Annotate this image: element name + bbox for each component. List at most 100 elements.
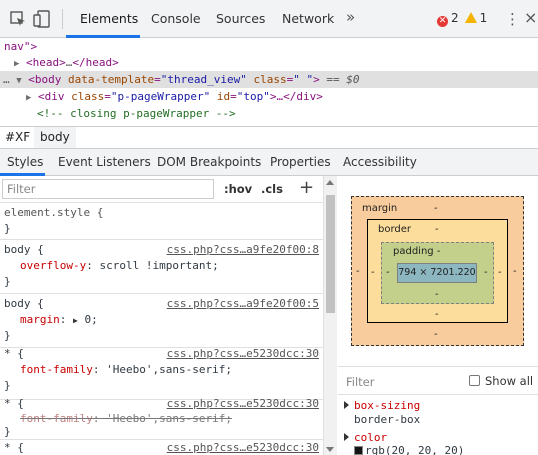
padding-label: padding - — [393, 246, 441, 257]
padding-bottom-value[interactable]: - — [435, 289, 439, 300]
rule-selector[interactable]: body { — [4, 242, 44, 258]
rule-close: } — [4, 275, 11, 288]
rule-close: } — [4, 329, 11, 342]
margin-top-value[interactable]: - — [434, 203, 438, 214]
dom-node-body-selected[interactable]: … ▼ <body data-template="thread_view" cl… — [0, 71, 538, 88]
toolbar-separator — [62, 9, 63, 29]
tab-console[interactable]: Console — [151, 0, 201, 38]
scroll-down-arrow-icon[interactable] — [326, 447, 334, 452]
inspect-element-icon[interactable] — [9, 10, 27, 28]
computed-prop-name[interactable]: box-sizing — [344, 399, 420, 412]
tab-styles[interactable]: Styles — [7, 149, 43, 176]
hover-state-toggle[interactable]: :hov — [224, 182, 252, 196]
rule-selector[interactable]: body { — [4, 296, 44, 312]
border-label: border — [378, 224, 412, 235]
error-icon: ✕ — [437, 16, 448, 27]
devtools-toolbar: Elements Console Sources Network » ✕ 2 1 ⋮… — [0, 0, 538, 38]
rule-selector[interactable]: * { — [4, 440, 24, 455]
rule-close: } — [4, 222, 11, 235]
margin-label: margin — [362, 203, 398, 214]
elements-subtabs: Styles Event Listeners DOM Breakpoints P… — [0, 149, 538, 176]
border-left-value[interactable]: - — [371, 267, 375, 278]
rule-selector[interactable]: * { — [4, 346, 24, 362]
more-tabs-chevron-icon[interactable]: » — [346, 8, 355, 26]
box-model-margin[interactable]: margin - - - - border - - - - padding - … — [351, 196, 524, 346]
rule-source-link[interactable]: css.php?css…e5230dcc:30 — [167, 396, 319, 412]
style-rule: * { css.php?css…e5230dcc:30 font-family:… — [0, 346, 323, 400]
style-rule: body { css.php?css…a9fe20f00:8 overflow-… — [0, 240, 323, 294]
dom-node-page-wrapper[interactable]: ▶ <div class="p-pageWrapper" id="top">…<… — [26, 88, 323, 105]
dom-node-comment[interactable]: <!-- closing p-pageWrapper --> — [37, 105, 236, 122]
expand-triangle-icon — [344, 433, 349, 441]
rule-declaration[interactable]: margin: ▶ 0; — [20, 312, 98, 328]
tab-event-listeners[interactable]: Event Listeners — [58, 149, 151, 176]
padding-left-value[interactable]: - — [386, 267, 390, 278]
warning-count: 1 — [479, 11, 488, 25]
style-rule: body { css.php?css…a9fe20f00:5 margin: ▶… — [0, 294, 323, 348]
expand-caret-icon[interactable]: ▶ — [26, 93, 31, 103]
margin-left-value[interactable]: - — [356, 266, 360, 277]
rule-selector[interactable]: * { — [4, 396, 24, 412]
tab-elements[interactable]: Elements — [80, 0, 138, 38]
close-icon[interactable]: × — [524, 8, 537, 27]
color-swatch-icon — [354, 446, 363, 455]
style-rule-overridden: * { css.php?css…e5230dcc:30 font-family:… — [0, 397, 323, 440]
tab-dom-breakpoints[interactable]: DOM Breakpoints — [157, 149, 261, 176]
rule-selector[interactable]: element.style { — [4, 205, 103, 221]
tab-network[interactable]: Network — [282, 0, 334, 38]
style-rule: element.style { } — [0, 203, 323, 240]
computed-prop-name[interactable]: color — [344, 431, 387, 444]
computed-prop-value: border-box — [354, 413, 421, 426]
box-model-content[interactable]: 794 × 7201.220 — [397, 263, 477, 283]
padding-right-value[interactable]: - — [484, 267, 488, 278]
margin-bottom-value[interactable]: - — [434, 329, 438, 340]
rule-declaration-overridden[interactable]: font-family: 'Heebo',sans-serif; — [20, 411, 232, 427]
scroll-up-arrow-icon[interactable] — [326, 180, 334, 185]
device-toolbar-icon[interactable] — [33, 10, 51, 28]
expand-triangle-icon — [344, 401, 349, 409]
breadcrumb: #XF body — [0, 126, 538, 149]
box-model-border[interactable]: border - - - - padding - - - - 794 × 720… — [367, 219, 508, 323]
show-all-checkbox[interactable] — [469, 375, 480, 386]
tab-accessibility[interactable]: Accessibility — [343, 149, 417, 176]
border-right-value[interactable]: - — [498, 267, 502, 278]
show-all-label[interactable]: Show all — [485, 374, 533, 388]
rule-declaration[interactable]: font-family: 'Heebo',sans-serif; — [20, 362, 232, 378]
margin-right-value[interactable]: - — [513, 266, 517, 277]
tab-sources[interactable]: Sources — [216, 0, 265, 38]
rule-close: } — [4, 379, 11, 392]
rule-close: } — [4, 425, 11, 438]
computed-prop-value: rgb(20, 20, 20) — [354, 444, 464, 455]
dom-tree: nav"> ▶ <head>…</head> … ▼ <body data-te… — [0, 38, 538, 126]
style-rule: * { css.php?css…e5230dcc:30 — [0, 440, 323, 455]
styles-filter-bar: Filter :hov .cls + — [0, 176, 323, 203]
dom-node-head[interactable]: ▶ <head>…</head> — [14, 54, 119, 71]
dom-node-nav-tail[interactable]: nav"> — [4, 38, 37, 55]
rule-source-link[interactable]: css.php?css…a9fe20f00:5 — [167, 296, 319, 312]
new-rule-plus-icon[interactable]: + — [299, 177, 314, 198]
scrollbar-thumb[interactable] — [326, 195, 335, 313]
tab-properties[interactable]: Properties — [270, 149, 331, 176]
rule-source-link[interactable]: css.php?css…e5230dcc:30 — [167, 346, 319, 362]
error-count: 2 — [451, 11, 459, 25]
class-toggle[interactable]: .cls — [261, 182, 283, 196]
computed-filter-input[interactable]: Filter — [346, 375, 374, 389]
border-bottom-value[interactable]: - — [435, 309, 439, 320]
styles-filter-input[interactable]: Filter — [2, 179, 214, 199]
collapse-caret-icon[interactable]: ▼ — [16, 76, 21, 86]
rule-declaration[interactable]: overflow-y: scroll !important; — [20, 258, 219, 274]
computed-filter-bar: Filter Show all — [338, 366, 538, 395]
styles-rules-pane: element.style { } body { css.php?css…a9f… — [0, 203, 323, 455]
rule-source-link[interactable]: css.php?css…e5230dcc:30 — [167, 440, 319, 455]
warning-icon — [464, 12, 477, 23]
box-model-pane: margin - - - - border - - - - padding - … — [338, 176, 538, 366]
issues-counter[interactable]: ✕ 2 1 — [437, 11, 487, 27]
breadcrumb-item-body[interactable]: body — [34, 127, 76, 148]
expand-caret-icon[interactable]: ▶ — [14, 59, 19, 69]
more-options-icon[interactable]: ⋮ — [505, 10, 520, 28]
rule-source-link[interactable]: css.php?css…a9fe20f00:8 — [167, 242, 319, 258]
computed-properties: box-sizing border-box color rgb(20, 20, … — [338, 395, 538, 455]
box-model-padding[interactable]: padding - - - - 794 × 7201.220 — [381, 242, 494, 304]
border-top-value[interactable]: - — [435, 224, 439, 235]
breadcrumb-item-xf[interactable]: #XF — [5, 127, 30, 148]
